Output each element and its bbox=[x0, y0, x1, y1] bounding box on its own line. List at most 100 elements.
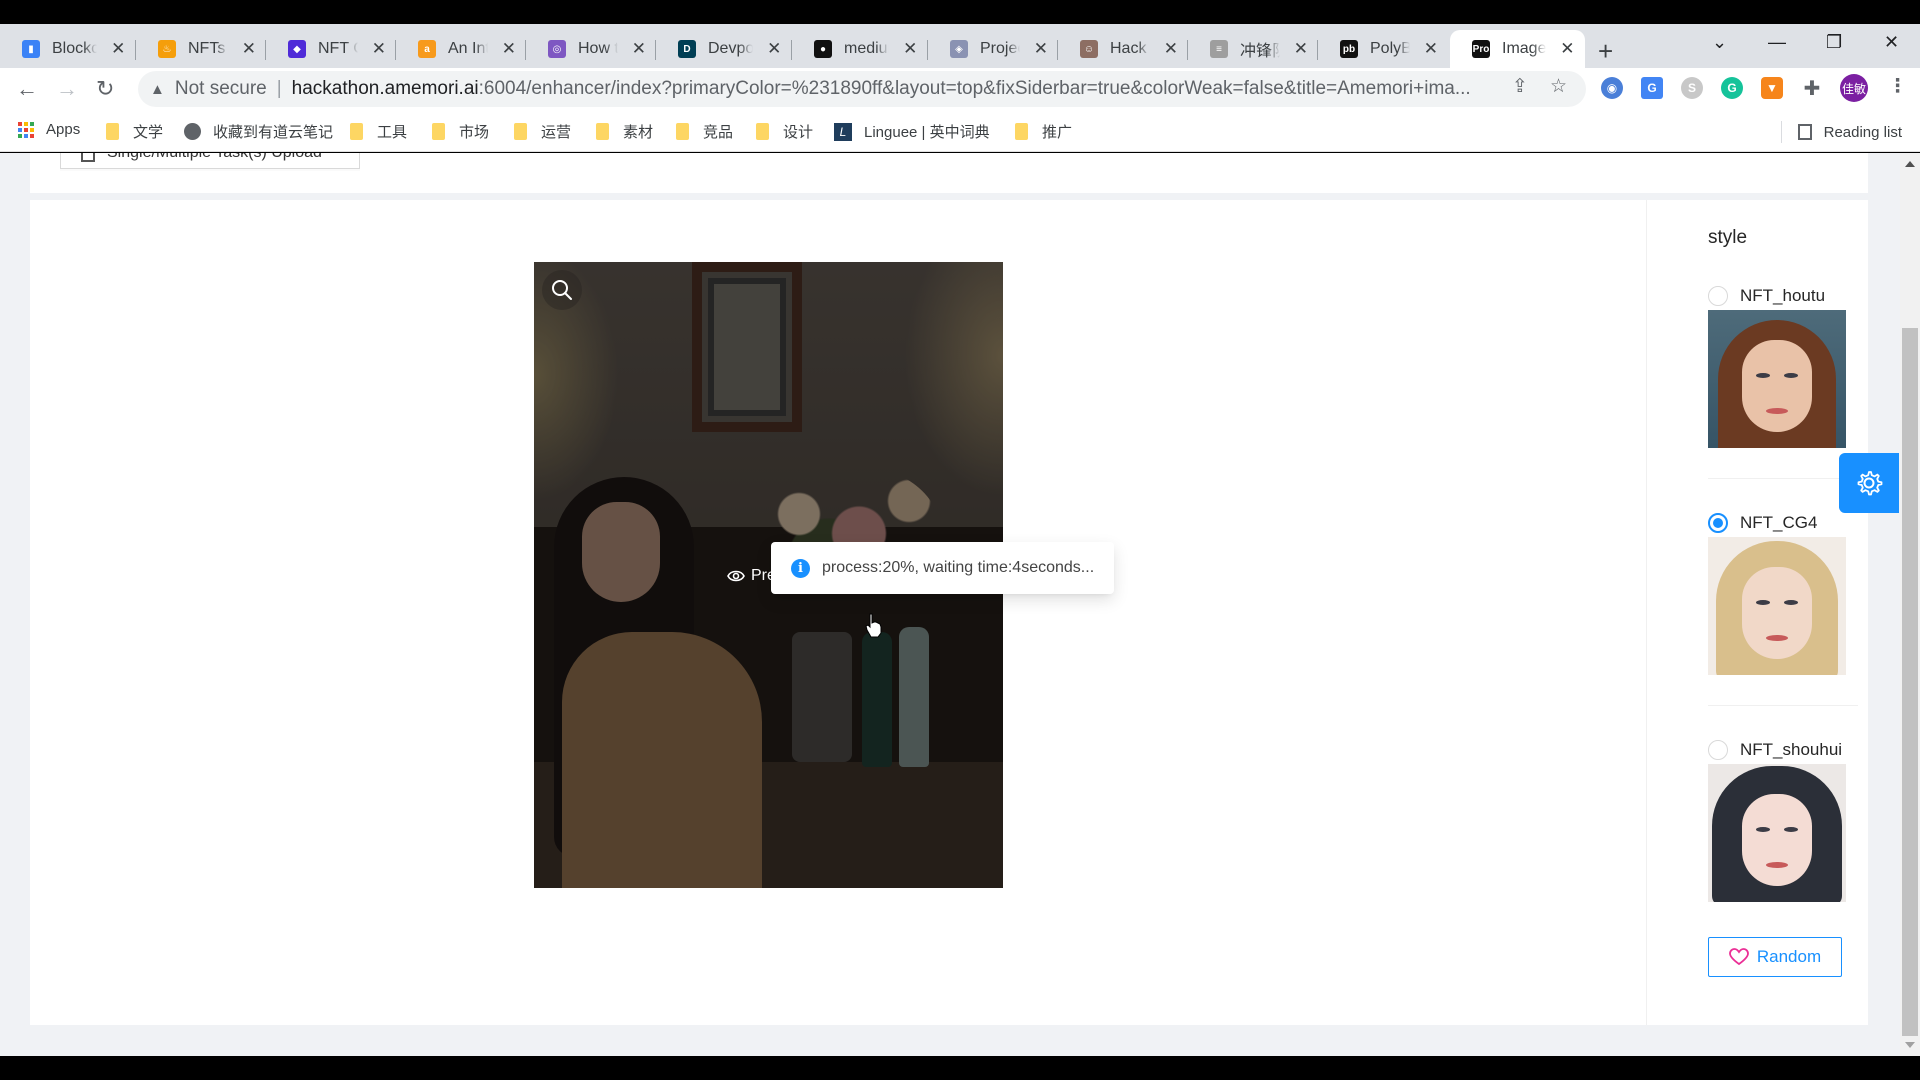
style-option-nft-houtu[interactable]: NFT_houtu bbox=[1708, 284, 1868, 448]
browser-tab[interactable]: ◆ NFT Calendar ✕ bbox=[266, 30, 396, 68]
bookmark-label: 素材 bbox=[623, 124, 654, 141]
style-thumbnail-nft-shouhui[interactable] bbox=[1708, 764, 1846, 902]
style-option-nft-cg4[interactable]: NFT_CG4 bbox=[1708, 511, 1868, 675]
bookmark-item[interactable]: 推广 bbox=[1015, 121, 1072, 142]
folder-icon bbox=[350, 123, 363, 140]
settings-drawer-button[interactable] bbox=[1839, 453, 1899, 513]
bookmark-star-icon[interactable]: ☆ bbox=[1550, 75, 1567, 98]
browser-tab[interactable]: ● medium ✕ bbox=[792, 30, 928, 68]
sheet-icon: ≡ bbox=[1210, 40, 1228, 58]
tab-title: How to bbox=[578, 40, 618, 57]
folder-icon bbox=[596, 123, 609, 140]
extension-search-icon[interactable]: ◉ bbox=[1601, 77, 1623, 99]
address-bar[interactable]: ▲ Not secure | hackathon.amemori.ai :600… bbox=[138, 71, 1586, 107]
reading-list-button[interactable]: Reading list bbox=[1780, 121, 1902, 143]
globe-icon bbox=[184, 123, 201, 140]
close-window-icon[interactable]: ✕ bbox=[1884, 32, 1899, 53]
style-option-nft-shouhui[interactable]: NFT_shouhui bbox=[1708, 738, 1868, 902]
tab-close-icon[interactable]: ✕ bbox=[632, 39, 646, 59]
reload-icon[interactable]: ↻ bbox=[96, 76, 114, 102]
style-option-label: NFT_houtu bbox=[1740, 286, 1826, 305]
tab-close-icon[interactable]: ✕ bbox=[372, 39, 386, 59]
radio-nft-houtu[interactable] bbox=[1708, 286, 1728, 306]
scroll-down-arrow-icon[interactable] bbox=[1905, 1042, 1915, 1048]
tab-close-icon[interactable]: ✕ bbox=[1294, 39, 1308, 59]
eye-icon bbox=[727, 570, 745, 582]
tab-close-icon[interactable]: ✕ bbox=[1424, 39, 1438, 59]
share-icon[interactable]: ⇪ bbox=[1512, 75, 1528, 98]
random-label: Random bbox=[1756, 947, 1822, 966]
profile-avatar[interactable]: 佳敏 bbox=[1840, 74, 1868, 102]
radio-nft-cg4[interactable] bbox=[1708, 513, 1728, 533]
bookmark-item[interactable]: 竞品 bbox=[676, 121, 733, 142]
mirror-icon: ◎ bbox=[548, 40, 566, 58]
tab-close-icon[interactable]: ✕ bbox=[1164, 39, 1178, 59]
style-option-label: NFT_shouhui bbox=[1740, 740, 1843, 759]
google-translate-icon[interactable]: G bbox=[1641, 77, 1663, 99]
browser-tab[interactable]: ♨ NFTs are ✕ bbox=[136, 30, 266, 68]
search-icon bbox=[552, 280, 572, 300]
tab-close-icon[interactable]: ✕ bbox=[242, 39, 256, 59]
bookmark-item[interactable]: 运营 bbox=[514, 121, 571, 142]
devpost-icon: D bbox=[678, 40, 696, 58]
tab-close-icon[interactable]: ✕ bbox=[903, 39, 918, 59]
bookmark-item[interactable]: 文学 bbox=[106, 121, 163, 142]
bookmark-item[interactable]: 收藏到有道云笔记 bbox=[184, 121, 333, 142]
browser-tab[interactable]: ◎ How to ✕ bbox=[526, 30, 656, 68]
tab-close-icon[interactable]: ✕ bbox=[1034, 39, 1048, 59]
panel-divider bbox=[1646, 200, 1647, 1025]
tab-close-icon[interactable]: ✕ bbox=[111, 39, 126, 59]
style-thumbnail-nft-houtu[interactable] bbox=[1708, 310, 1846, 448]
style-thumbnail-nft-cg4[interactable] bbox=[1708, 537, 1846, 675]
bookmark-item[interactable]: Apps bbox=[18, 121, 80, 138]
pro-icon: Pro bbox=[1472, 40, 1490, 58]
restore-icon[interactable]: ❐ bbox=[1826, 32, 1842, 53]
extensions-puzzle-icon[interactable]: ✚ bbox=[1801, 77, 1823, 100]
browser-tab[interactable]: pb PolyBlock ✕ bbox=[1318, 30, 1448, 68]
page-scrollbar[interactable] bbox=[1900, 153, 1920, 1056]
bookmark-label: 运营 bbox=[541, 124, 572, 141]
zoom-image-button[interactable] bbox=[542, 270, 582, 310]
scroll-up-arrow-icon[interactable] bbox=[1905, 161, 1915, 167]
blockchain-icon: ▮ bbox=[22, 40, 40, 58]
random-button[interactable]: Random bbox=[1708, 937, 1842, 977]
new-tab-button[interactable]: + bbox=[1598, 36, 1613, 67]
medium-icon: ● bbox=[814, 40, 832, 58]
tab-search-chevron-icon[interactable]: ⌄ bbox=[1712, 32, 1727, 53]
extension-s-icon[interactable]: S bbox=[1681, 77, 1703, 99]
bookmark-label: 收藏到有道云笔记 bbox=[213, 124, 334, 141]
metamask-icon[interactable]: ▼ bbox=[1761, 77, 1783, 99]
browser-tab[interactable]: Pro Image ✕ bbox=[1450, 30, 1585, 68]
browser-tab[interactable]: ☺ Hack Stack ✕ bbox=[1058, 30, 1188, 68]
enhancer-card: Preview style NFT_houtu bbox=[30, 200, 1868, 1025]
tab-close-icon[interactable]: ✕ bbox=[767, 39, 782, 59]
task-upload-button[interactable]: Single/Multiple Task(s) Upload bbox=[60, 153, 360, 169]
bookmark-item[interactable]: 工具 bbox=[350, 121, 407, 142]
minimize-icon[interactable]: — bbox=[1768, 32, 1786, 53]
upload-card: Single/Multiple Task(s) Upload bbox=[30, 153, 1868, 193]
radio-nft-shouhui[interactable] bbox=[1708, 740, 1728, 760]
pb-icon: pb bbox=[1340, 40, 1358, 58]
bookmark-item[interactable]: 设计 bbox=[756, 121, 813, 142]
bookmark-item[interactable]: 市场 bbox=[432, 121, 489, 142]
browser-menu-icon[interactable]: ⋮ bbox=[1888, 75, 1907, 98]
style-title: style bbox=[1708, 227, 1748, 248]
tab-title: An Introduction bbox=[448, 40, 488, 57]
back-icon[interactable]: ← bbox=[16, 76, 38, 102]
taskbar-area bbox=[0, 1056, 1920, 1080]
address-separator: | bbox=[276, 78, 282, 99]
browser-tab[interactable]: ≡ 冲锋队F ✕ bbox=[1188, 30, 1318, 68]
grammarly-icon[interactable]: G bbox=[1721, 77, 1743, 99]
browser-tab[interactable]: ◈ Project ✕ bbox=[928, 30, 1058, 68]
forward-icon[interactable]: → bbox=[56, 76, 78, 102]
bookmark-item[interactable]: L Linguee | 英中词典 bbox=[834, 121, 990, 142]
tab-title: Image bbox=[1502, 40, 1546, 57]
scrollbar-thumb[interactable] bbox=[1902, 328, 1918, 1036]
browser-tab[interactable]: D Devpost ✕ bbox=[656, 30, 792, 68]
browser-tab[interactable]: ▮ Blockchain ✕ bbox=[0, 30, 136, 68]
bookmark-item[interactable]: 素材 bbox=[596, 121, 653, 142]
tab-strip: ▮ Blockchain ✕ ♨ NFTs are ✕ ◆ NFT Calendar ✕ a An … bbox=[0, 24, 1920, 68]
tab-close-icon[interactable]: ✕ bbox=[502, 39, 516, 59]
tab-close-icon[interactable]: ✕ bbox=[1560, 39, 1575, 59]
browser-tab[interactable]: a An Introduction ✕ bbox=[396, 30, 526, 68]
